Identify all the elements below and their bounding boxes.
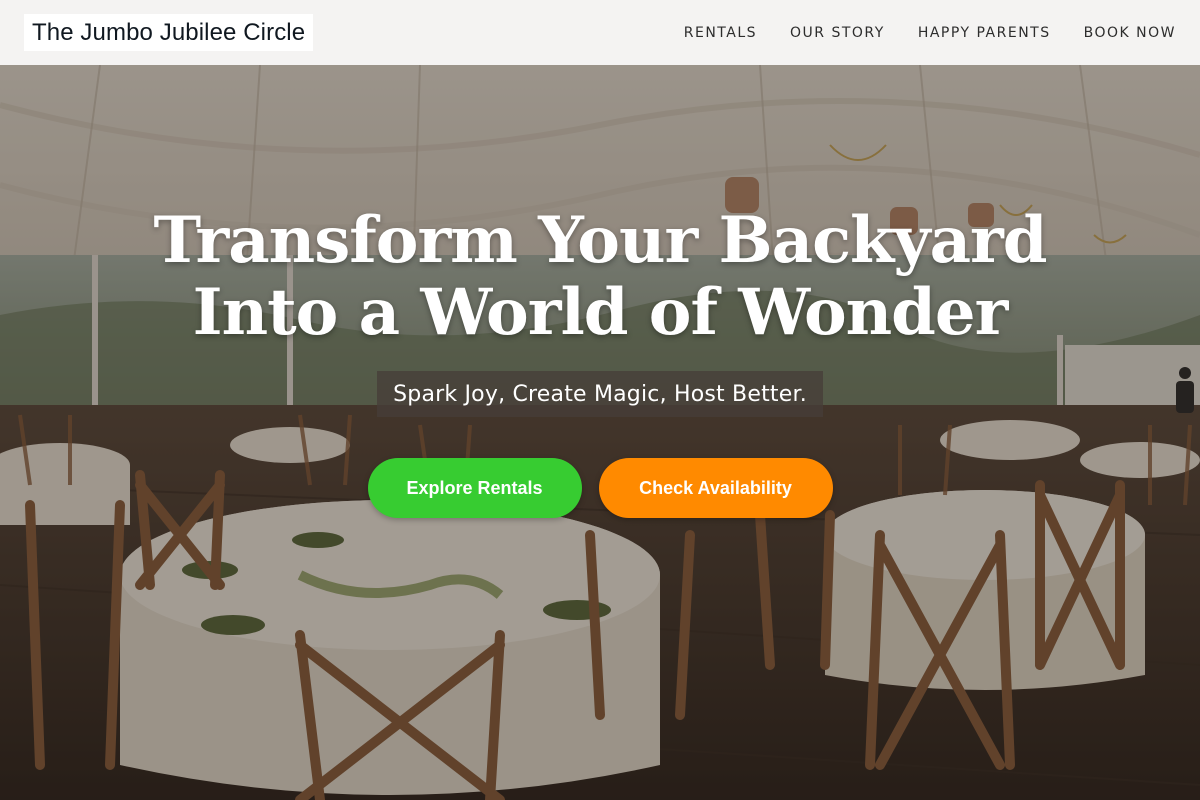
nav-link-rentals[interactable]: RENTALS [684,25,757,41]
nav-link-our-story[interactable]: OUR STORY [790,25,885,41]
hero-headline: Transform Your Backyard Into a World of … [153,203,1048,350]
site-logo[interactable]: The Jumbo Jubilee Circle [24,14,314,51]
hero-content: Transform Your Backyard Into a World of … [0,205,1200,518]
hero-tagline-box: Spark Joy, Create Magic, Host Better. [377,371,823,417]
hero-cta-row: Explore Rentals Check Availability [367,458,833,518]
main-nav: RENTALS OUR STORY HAPPY PARENTS BOOK NOW [684,25,1176,41]
nav-link-book-now[interactable]: BOOK NOW [1084,25,1176,41]
hero-tagline: Spark Joy, Create Magic, Host Better. [393,381,807,407]
site-header: The Jumbo Jubilee Circle RENTALS OUR STO… [0,0,1200,65]
hero-section: Transform Your Backyard Into a World of … [0,65,1200,800]
explore-rentals-button[interactable]: Explore Rentals [367,458,582,518]
check-availability-button[interactable]: Check Availability [598,458,833,518]
nav-link-happy-parents[interactable]: HAPPY PARENTS [918,25,1051,41]
